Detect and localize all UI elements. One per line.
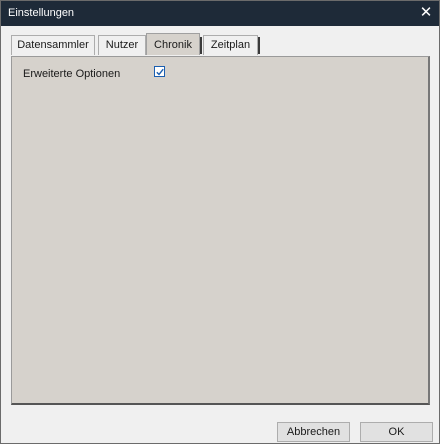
tab-datensammler[interactable]: Datensammler <box>11 35 95 55</box>
tab-panel-chronik <box>11 56 430 405</box>
close-icon[interactable]: ✕ <box>417 3 435 23</box>
tab-nutzer[interactable]: Nutzer <box>98 35 146 55</box>
title-bar: Einstellungen ✕ <box>1 1 439 26</box>
advanced-options-checkbox[interactable] <box>154 66 165 77</box>
tab-divider <box>258 37 260 54</box>
checkmark-icon <box>156 68 164 76</box>
window-title: Einstellungen <box>8 7 75 19</box>
tab-chronik[interactable]: Chronik <box>146 33 200 55</box>
ok-button[interactable]: OK <box>360 422 433 442</box>
cancel-button[interactable]: Abbrechen <box>277 422 350 442</box>
settings-dialog: Einstellungen ✕ Datensammler Nutzer Chro… <box>0 0 440 444</box>
advanced-options-label: Erweiterte Optionen <box>23 68 121 80</box>
tab-divider <box>200 37 202 54</box>
tab-zeitplan[interactable]: Zeitplan <box>203 35 258 55</box>
